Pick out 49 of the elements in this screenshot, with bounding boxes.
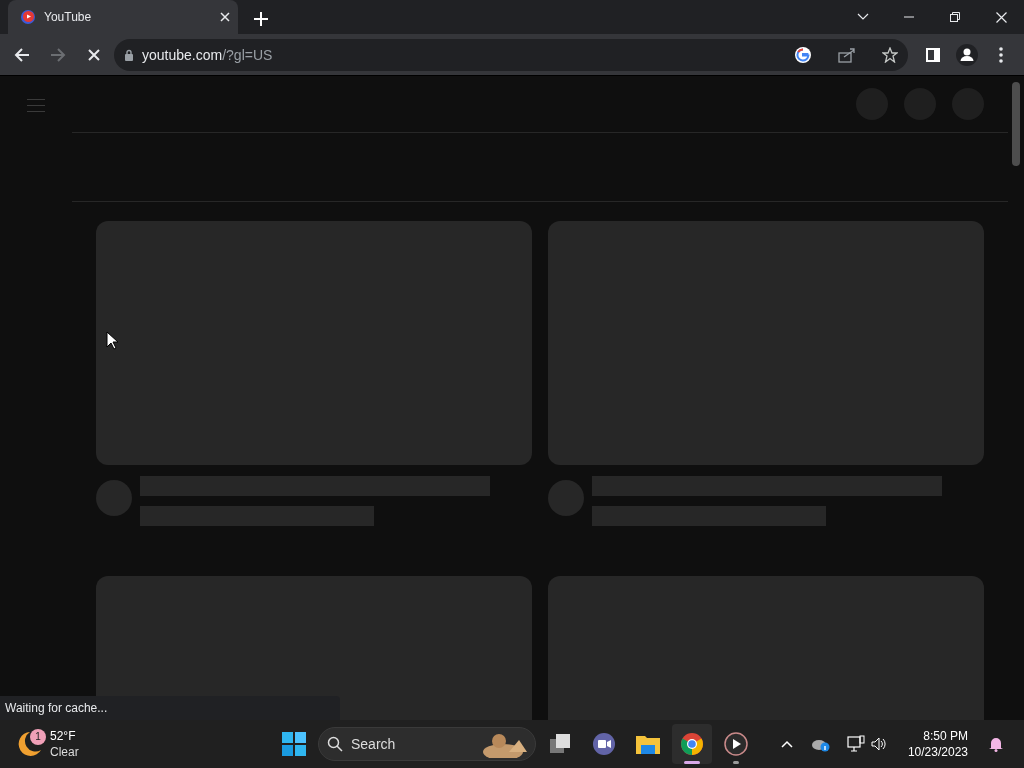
address-bar[interactable]: youtube.com/?gl=US	[114, 38, 908, 71]
url-text: youtube.com/?gl=US	[142, 45, 274, 65]
close-icon	[88, 48, 100, 61]
chevron-down-icon	[857, 13, 869, 21]
plus-icon	[254, 12, 268, 26]
side-panel-icon	[926, 47, 940, 62]
video-camera-icon	[592, 732, 616, 756]
lock-icon	[124, 48, 134, 61]
weather-widget[interactable]: 1 52°F Clear	[16, 728, 274, 760]
close-icon	[220, 12, 230, 22]
share-icon[interactable]	[838, 46, 856, 63]
play-icon	[724, 732, 748, 756]
person-icon	[956, 43, 978, 66]
google-g-icon[interactable]	[794, 45, 812, 64]
bell-icon	[988, 736, 1004, 752]
tab-title: YouTube	[44, 9, 93, 26]
scrollbar-thumb[interactable]	[1012, 82, 1020, 166]
forward-arrow-icon	[50, 47, 66, 62]
taskbar-app-button[interactable]	[672, 724, 712, 764]
close-tab-button[interactable]	[220, 12, 230, 22]
back-arrow-icon	[14, 47, 30, 62]
network-icon	[846, 735, 865, 753]
search-field[interactable]: Search	[318, 727, 536, 761]
site-icon	[20, 9, 36, 25]
menu-icon	[27, 98, 45, 112]
clock[interactable]: 8:50 PM 10/23/2023	[907, 728, 968, 760]
folder-icon	[635, 733, 661, 755]
new-tab-button[interactable]	[254, 12, 268, 26]
browser-tab[interactable]: YouTube	[8, 0, 238, 34]
chrome-icon	[680, 732, 704, 756]
restore-icon	[950, 12, 960, 22]
more-icon	[999, 46, 1003, 63]
close-icon	[995, 11, 1007, 23]
status-text: Waiting for cache...	[0, 696, 340, 720]
windows-stack-icon	[549, 733, 571, 755]
temperature: 52°F	[50, 728, 77, 744]
search-icon	[327, 736, 343, 752]
notification-count: 1	[30, 728, 46, 745]
star-icon[interactable]	[882, 46, 898, 63]
windows-icon	[282, 732, 306, 756]
moon-icon	[16, 730, 42, 758]
minimize-icon	[904, 16, 914, 18]
cursor-icon	[106, 331, 118, 351]
loading-placeholder	[96, 480, 132, 516]
volume-icon	[870, 737, 887, 751]
loading-placeholder	[548, 480, 584, 516]
weather-condition: Clear	[50, 743, 79, 760]
search-placeholder: Search	[351, 734, 397, 754]
chevron-up-icon	[780, 740, 793, 748]
